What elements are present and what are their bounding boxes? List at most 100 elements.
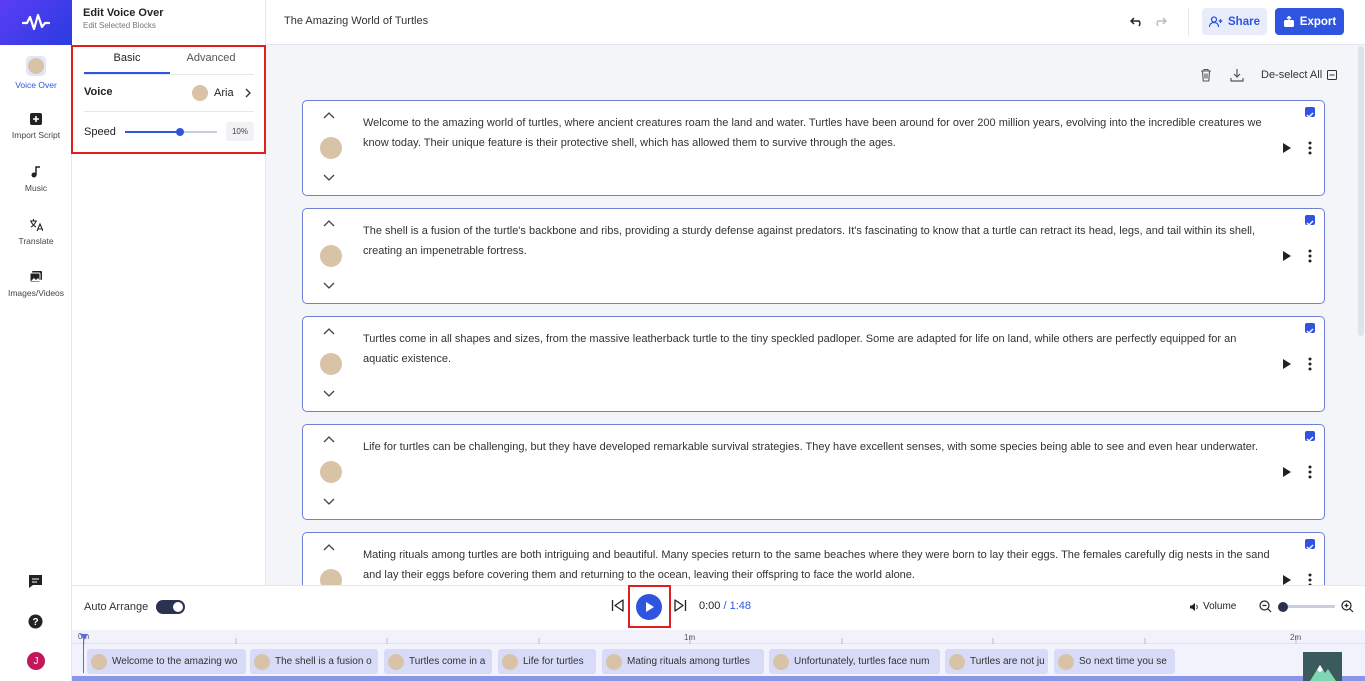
voice-avatar[interactable] — [320, 461, 342, 483]
skip-back-button[interactable] — [611, 599, 624, 617]
auto-arrange-toggle[interactable] — [156, 600, 185, 614]
share-label: Share — [1228, 15, 1260, 28]
time-separator: / — [720, 600, 730, 612]
app-logo[interactable] — [0, 0, 72, 45]
timeline-clip[interactable]: Life for turtles — [498, 649, 596, 674]
deselect-label: De-select All — [1261, 69, 1323, 81]
undo-button[interactable] — [1129, 15, 1144, 33]
waveform-logo-icon — [21, 13, 51, 30]
document-title[interactable]: The Amazing World of Turtles — [284, 15, 428, 27]
checkmark-icon — [1306, 544, 1314, 550]
nav-images-videos[interactable]: Images/Videos — [0, 270, 72, 298]
chevron-down-icon[interactable] — [323, 174, 335, 182]
block-text[interactable]: Life for turtles can be challenging, but… — [363, 437, 1273, 457]
clip-avatar — [1058, 653, 1074, 670]
nav-translate[interactable]: Translate — [0, 218, 72, 246]
voice-selector[interactable]: Aria — [192, 84, 256, 102]
chevron-down-icon[interactable] — [323, 390, 335, 398]
chevron-down-icon[interactable] — [323, 282, 335, 290]
play-icon[interactable] — [1282, 142, 1292, 154]
script-block[interactable]: The shell is a fusion of the turtle's ba… — [302, 208, 1325, 304]
play-icon[interactable] — [1282, 250, 1292, 262]
nav-voice-over[interactable]: Voice Over — [0, 56, 72, 90]
timeline-scrollbar[interactable] — [72, 676, 1365, 681]
volume-button[interactable]: Volume — [1189, 601, 1236, 612]
block-checkbox[interactable] — [1305, 323, 1315, 334]
script-block[interactable]: Welcome to the amazing world of turtles,… — [302, 100, 1325, 196]
app-badge[interactable] — [1303, 652, 1342, 681]
timeline-clip[interactable]: Welcome to the amazing wo — [87, 649, 246, 674]
zoom-out-button[interactable] — [1259, 600, 1272, 618]
timeline-clip[interactable]: Turtles come in a — [384, 649, 492, 674]
block-checkbox[interactable] — [1305, 431, 1315, 442]
block-checkbox[interactable] — [1305, 107, 1315, 118]
tab-divider — [84, 74, 254, 75]
main-play-button[interactable] — [636, 594, 662, 620]
chevron-up-icon[interactable] — [323, 327, 335, 335]
tab-advanced[interactable]: Advanced — [168, 52, 254, 64]
help-button[interactable]: ? — [28, 614, 43, 634]
timeline-ruler — [72, 630, 1365, 644]
block-checkbox[interactable] — [1305, 215, 1315, 226]
more-options-icon[interactable] — [1308, 141, 1312, 155]
block-checkbox[interactable] — [1305, 539, 1315, 550]
nav-import-script[interactable]: Import Script — [0, 112, 72, 140]
auto-arrange-label: Auto Arrange — [84, 601, 149, 613]
block-text[interactable]: The shell is a fusion of the turtle's ba… — [363, 221, 1273, 261]
timeline-clip[interactable]: The shell is a fusion o — [250, 649, 378, 674]
checkmark-icon — [1306, 112, 1314, 118]
chat-button[interactable] — [28, 574, 43, 594]
voice-avatar[interactable] — [320, 137, 342, 159]
block-text[interactable]: Turtles come in all shapes and sizes, fr… — [363, 329, 1273, 369]
block-text[interactable]: Welcome to the amazing world of turtles,… — [363, 113, 1273, 153]
more-options-icon[interactable] — [1308, 249, 1312, 263]
skip-forward-button[interactable] — [674, 599, 687, 617]
nav-music[interactable]: Music — [0, 165, 72, 193]
play-icon[interactable] — [1282, 358, 1292, 370]
voice-avatar[interactable] — [320, 569, 342, 585]
clip-label: Unfortunately, turtles face num — [794, 656, 930, 667]
play-icon[interactable] — [1282, 466, 1292, 478]
left-nav: Voice Over Import Script Music Translate… — [0, 0, 72, 681]
chevron-up-icon[interactable] — [323, 543, 335, 551]
playhead[interactable] — [80, 629, 88, 640]
chevron-up-icon[interactable] — [323, 219, 335, 227]
scrollbar[interactable] — [1358, 46, 1364, 336]
timeline-clip[interactable]: Unfortunately, turtles face num — [769, 649, 940, 674]
more-options-icon[interactable] — [1308, 573, 1312, 585]
block-text[interactable]: Mating rituals among turtles are both in… — [363, 545, 1273, 585]
current-time: 0:00 — [699, 600, 721, 612]
export-button[interactable]: Export — [1275, 8, 1344, 35]
avatar-icon — [26, 56, 46, 76]
chevron-up-icon[interactable] — [323, 111, 335, 119]
share-button[interactable]: Share — [1202, 8, 1267, 35]
nav-label: Voice Over — [15, 80, 57, 90]
more-options-icon[interactable] — [1308, 357, 1312, 371]
more-options-icon[interactable] — [1308, 465, 1312, 479]
timeline-clip[interactable]: So next time you se — [1054, 649, 1175, 674]
speed-slider[interactable] — [125, 128, 217, 136]
chevron-down-icon[interactable] — [323, 498, 335, 506]
voice-avatar[interactable] — [320, 353, 342, 375]
nav-label: Translate — [18, 236, 54, 246]
zoom-in-button[interactable] — [1341, 600, 1354, 618]
timeline-clip[interactable]: Turtles are not ju — [945, 649, 1048, 674]
play-icon[interactable] — [1282, 574, 1292, 585]
delete-button[interactable] — [1200, 68, 1212, 87]
redo-button[interactable] — [1153, 15, 1168, 33]
script-block[interactable]: Mating rituals among turtles are both in… — [302, 532, 1325, 585]
timeline-clip[interactable]: Mating rituals among turtles — [602, 649, 764, 674]
zoom-slider[interactable] — [1278, 601, 1335, 612]
deselect-all-button[interactable]: De-select All — [1261, 69, 1338, 81]
user-avatar[interactable]: J — [27, 652, 45, 670]
voice-avatar[interactable] — [320, 245, 342, 267]
download-button[interactable] — [1230, 68, 1244, 87]
script-block[interactable]: Turtles come in all shapes and sizes, fr… — [302, 316, 1325, 412]
speed-value[interactable]: 10% — [226, 122, 254, 141]
time-marker: 2m — [1290, 633, 1302, 642]
tab-basic[interactable]: Basic — [84, 52, 170, 64]
play-icon — [645, 602, 654, 612]
script-block[interactable]: Life for turtles can be challenging, but… — [302, 424, 1325, 520]
chevron-up-icon[interactable] — [323, 435, 335, 443]
zoom-slider-knob[interactable] — [1278, 601, 1288, 612]
